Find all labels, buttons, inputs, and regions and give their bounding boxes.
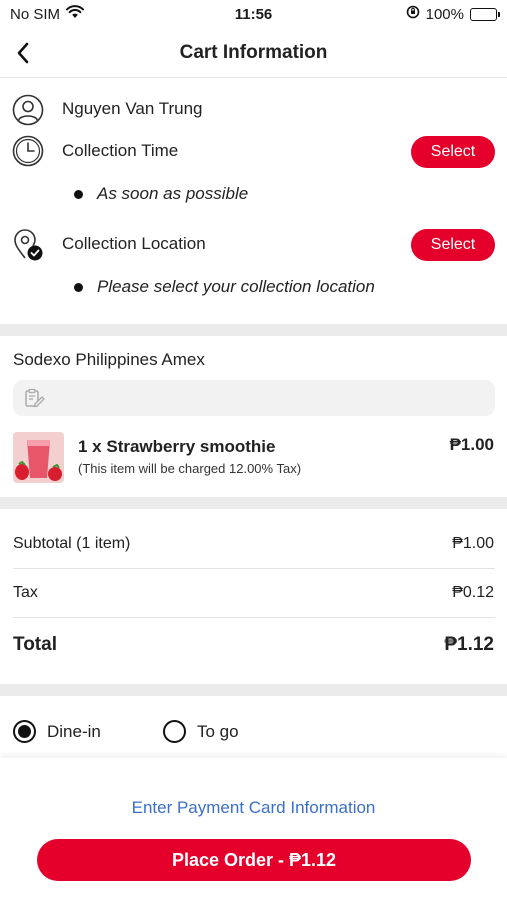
divider <box>13 568 495 569</box>
dine-in-radio[interactable] <box>13 720 36 743</box>
collection-time-label: Collection Time <box>62 141 179 160</box>
collection-time-value: As soon as possible <box>97 184 249 203</box>
clock-icon <box>12 135 44 167</box>
collection-time-select-button[interactable]: Select <box>411 136 495 168</box>
store-name: Sodexo Philippines Amex <box>13 350 205 369</box>
to-go-label[interactable]: To go <box>197 722 239 742</box>
section-divider <box>0 684 507 696</box>
back-button[interactable] <box>8 38 38 68</box>
status-time: 11:56 <box>234 5 273 23</box>
payment-card-link[interactable]: Enter Payment Card Information <box>0 798 507 818</box>
battery-icon <box>469 7 500 21</box>
section-divider <box>0 324 507 336</box>
location-check-icon <box>12 229 44 261</box>
battery-percent: 100% <box>425 5 464 23</box>
subtotal-label: Subtotal (1 item) <box>13 535 131 552</box>
carrier-label: No SIM <box>10 5 61 23</box>
section-divider <box>0 497 507 509</box>
clipboard-edit-icon <box>25 388 45 408</box>
total-value: ₱1.12 <box>444 634 494 655</box>
item-price: ₱1.00 <box>449 435 494 454</box>
user-icon <box>12 94 44 126</box>
place-order-button[interactable]: Place Order - ₱1.12 <box>37 839 471 881</box>
item-tax-note: (This item will be charged 12.00% Tax) <box>78 461 302 476</box>
collection-location-value: Please select your collection location <box>97 277 375 296</box>
bullet <box>74 283 83 292</box>
tax-value: ₱0.12 <box>452 584 494 601</box>
status-left: No SIM <box>10 5 170 23</box>
wifi-icon <box>66 5 85 23</box>
page-title: Cart Information <box>179 41 328 63</box>
collection-location-select-button[interactable]: Select <box>411 229 495 261</box>
bullet <box>74 190 83 199</box>
dine-in-label[interactable]: Dine-in <box>47 722 101 742</box>
subtotal-value: ₱1.00 <box>452 535 494 552</box>
status-right: 100% <box>337 5 500 23</box>
collection-location-label: Collection Location <box>62 234 206 253</box>
to-go-radio[interactable] <box>163 720 186 743</box>
total-label: Total <box>13 634 57 655</box>
strawberry-smoothie-image <box>13 432 64 483</box>
order-note-input[interactable] <box>13 380 495 416</box>
status-bar: No SIM 11:56 100% <box>0 0 507 28</box>
orientation-lock-icon <box>406 5 420 23</box>
nav-bar: Cart Information <box>0 28 507 78</box>
tax-label: Tax <box>13 584 38 601</box>
customer-name: Nguyen Van Trung <box>62 99 203 118</box>
divider <box>13 617 495 618</box>
chevron-left-icon <box>17 42 29 64</box>
item-name: 1 x Strawberry smoothie <box>78 437 276 456</box>
